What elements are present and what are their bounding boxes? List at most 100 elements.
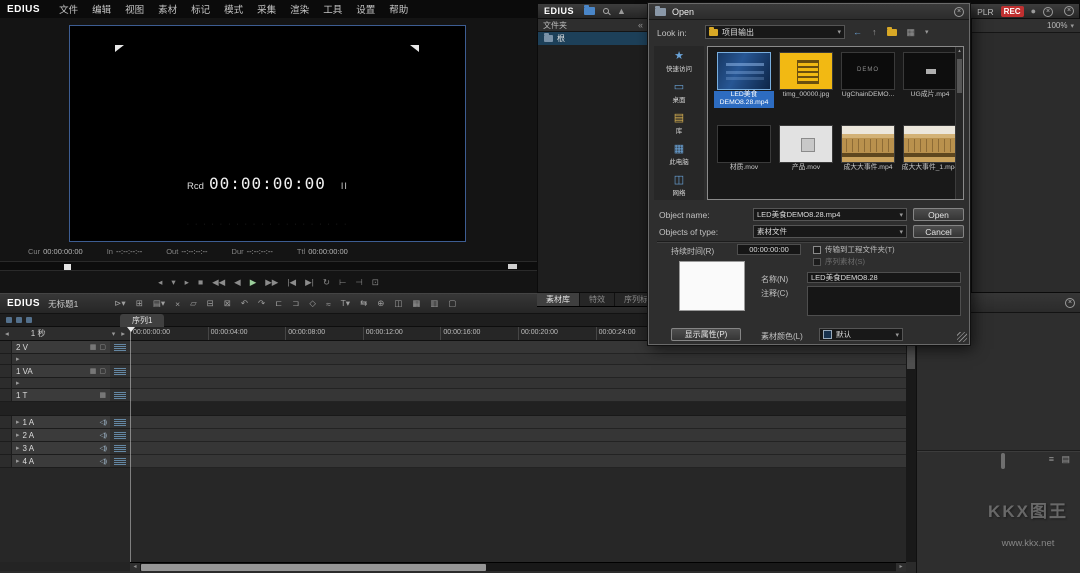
scrollbar-thumb[interactable]: [957, 59, 962, 93]
dialog-title-bar[interactable]: Open ×: [649, 4, 969, 20]
menu-item[interactable]: 标记: [184, 2, 217, 16]
expand-icon[interactable]: ▸: [16, 458, 20, 465]
tab-effect[interactable]: 特效: [580, 293, 615, 306]
track-view-icon[interactable]: ▦: [90, 368, 97, 375]
file-item[interactable]: UG成片.mp4: [900, 52, 960, 125]
objects-type-dropdown[interactable]: 素材文件 ▾: [753, 225, 907, 238]
delete-icon[interactable]: ⊠: [224, 298, 231, 309]
set-out-icon[interactable]: ⊣: [355, 277, 362, 288]
track-grip[interactable]: [110, 341, 130, 354]
track-header-1t[interactable]: 1 T ▦: [0, 389, 110, 402]
undo-icon[interactable]: ↶: [241, 298, 248, 309]
panel-menu-icon[interactable]: ×: [1043, 7, 1053, 17]
duration-input[interactable]: 00:00:00:00: [737, 244, 801, 255]
speaker-icon[interactable]: ◁)): [100, 431, 106, 439]
timeline-vertical-scrollbar[interactable]: [906, 327, 916, 562]
speaker-icon[interactable]: ◁)): [100, 457, 106, 465]
shuttle-icon[interactable]: ▾: [171, 277, 175, 288]
speaker-icon[interactable]: ◁)): [100, 418, 106, 426]
position-thumb[interactable]: [64, 264, 71, 270]
track-lane-1t[interactable]: [130, 389, 906, 402]
track-grip[interactable]: [110, 455, 130, 468]
collapse-icon[interactable]: «: [638, 21, 643, 30]
new-folder-icon[interactable]: [887, 29, 897, 36]
position-bar[interactable]: [0, 261, 537, 271]
list-view-icon[interactable]: ≡: [1049, 455, 1054, 464]
file-item[interactable]: 材质.mov: [714, 125, 774, 198]
bin-folder-icon[interactable]: [584, 7, 595, 15]
track-grip[interactable]: [110, 429, 130, 442]
export-frame-icon[interactable]: ⊡: [372, 277, 379, 288]
track-grip[interactable]: [110, 442, 130, 455]
track-header-1va[interactable]: 1 VA ▦ ▢: [0, 365, 110, 378]
mark-in-icon[interactable]: ⊏: [275, 298, 282, 309]
menu-item[interactable]: 文件: [52, 2, 85, 16]
search-icon[interactable]: [603, 8, 609, 14]
mark-out-icon[interactable]: ⊐: [292, 298, 299, 309]
panes-icon[interactable]: ▢: [448, 298, 456, 309]
jog-forward-icon[interactable]: ▸: [185, 277, 189, 288]
save-icon[interactable]: ▤▾: [153, 298, 165, 309]
track-lane-1a[interactable]: [130, 416, 906, 429]
dialog-close-icon[interactable]: ×: [954, 7, 964, 17]
view-menu-icon[interactable]: ▦: [907, 28, 916, 37]
track-lane-3a[interactable]: [130, 442, 906, 455]
source-patch-icons[interactable]: [6, 317, 32, 323]
track-lane-1va[interactable]: [130, 365, 906, 378]
jog-back-icon[interactable]: ◂: [158, 277, 162, 288]
sequence-tab[interactable]: 序列1: [120, 314, 164, 327]
track-lane[interactable]: [130, 354, 906, 365]
place-desktop[interactable]: ▭ 桌面: [654, 77, 704, 108]
track-grip[interactable]: [110, 365, 130, 378]
track-header-4a[interactable]: ▸ 4 A ◁)): [0, 455, 110, 468]
file-item[interactable]: DEMO UgChainDEMO...: [838, 52, 898, 125]
right-panel-handle[interactable]: [1001, 453, 1005, 469]
file-list-scrollbar[interactable]: ▴: [955, 47, 963, 199]
track-grip[interactable]: [110, 416, 130, 429]
track-header-1a[interactable]: ▸ 1 A ◁)): [0, 416, 110, 429]
next-edit-icon[interactable]: ▶|: [305, 277, 314, 288]
up-one-level-icon[interactable]: ↑: [872, 28, 877, 37]
track-view-icon[interactable]: ▦: [99, 392, 106, 399]
play-icon[interactable]: ▶: [250, 277, 257, 288]
look-in-dropdown[interactable]: 项目输出 ▾: [705, 25, 845, 39]
copy-icon[interactable]: ▱: [190, 298, 197, 309]
redo-icon[interactable]: ↷: [258, 298, 265, 309]
menu-item[interactable]: 视图: [118, 2, 151, 16]
view-menu-caret-icon[interactable]: ▾: [925, 28, 929, 36]
export-icon[interactable]: ◫: [394, 298, 402, 309]
playhead-line[interactable]: [130, 327, 131, 562]
scroll-right-icon[interactable]: ▸: [896, 563, 906, 572]
track-subrow[interactable]: ▸: [0, 354, 110, 365]
bin-close-icon[interactable]: ×: [1064, 6, 1074, 16]
object-name-input[interactable]: LED美食DEMO8.28.mp4 ▾: [753, 208, 907, 221]
expand-icon[interactable]: ▸: [16, 445, 20, 452]
menu-item[interactable]: 设置: [349, 2, 382, 16]
fast-forward-icon[interactable]: ▶▶: [265, 277, 278, 288]
cancel-button[interactable]: Cancel: [913, 225, 964, 238]
track-lane-2a[interactable]: [130, 429, 906, 442]
timescale-caret-icon[interactable]: ▾: [112, 330, 116, 338]
previous-frame-icon[interactable]: ◀: [234, 277, 241, 288]
track-header-2a[interactable]: ▸ 2 A ◁)): [0, 429, 110, 442]
tab-bin[interactable]: 素材库: [537, 293, 580, 306]
file-item[interactable]: 成大大事件.mp4: [838, 125, 898, 198]
menu-item[interactable]: 渲染: [283, 2, 316, 16]
right-panel-close-icon[interactable]: ×: [1065, 298, 1075, 308]
file-item[interactable]: 产品.mov: [776, 125, 836, 198]
place-quick-access[interactable]: ★ 快速访问: [654, 46, 704, 77]
name-input[interactable]: LED美食DEMO8.28: [807, 272, 961, 283]
recorder-toggle-button[interactable]: REC: [1001, 6, 1024, 17]
track-view-icon[interactable]: ▦: [90, 344, 97, 351]
grid-icon[interactable]: ▥: [430, 298, 438, 309]
trim-mode-icon[interactable]: ⇆: [360, 298, 367, 309]
track-lock-icon[interactable]: ▢: [99, 344, 106, 351]
cut-icon[interactable]: ×: [175, 299, 180, 309]
zoom-caret-icon[interactable]: ▾: [1070, 22, 1074, 30]
timescale-left-icon[interactable]: ◂: [5, 330, 9, 338]
audio-mixer-icon[interactable]: ≈: [326, 299, 331, 309]
paste-icon[interactable]: ⊟: [207, 298, 214, 309]
stop-icon[interactable]: ■: [198, 277, 203, 287]
menu-item[interactable]: 模式: [217, 2, 250, 16]
menu-item[interactable]: 工具: [316, 2, 349, 16]
